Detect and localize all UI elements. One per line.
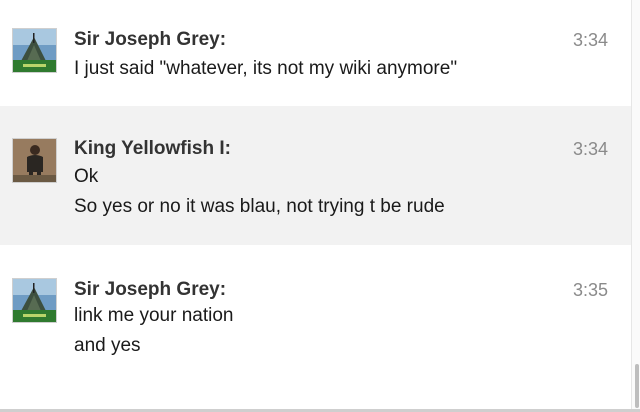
chat-message: Sir Joseph Grey: 3:34 I just said "whate…: [0, 0, 632, 106]
message-body: I just said "whatever, its not my wiki a…: [74, 58, 457, 88]
avatar[interactable]: [12, 278, 57, 323]
castle-flag-avatar-icon: [13, 29, 56, 72]
chat-log: Sir Joseph Grey: 3:34 I just said "whate…: [0, 0, 632, 409]
chat-message: Sir Joseph Grey: 3:35 link me your natio…: [0, 245, 632, 409]
person-photo-avatar-icon: [13, 139, 56, 182]
avatar[interactable]: [12, 138, 57, 183]
message-line: So yes or no it was blau, not trying t b…: [74, 196, 445, 217]
scrollbar[interactable]: [631, 0, 640, 410]
message-author: Sir Joseph Grey:: [74, 29, 227, 50]
castle-flag-avatar-icon: [13, 279, 56, 322]
chat-message: King Yellowfish I: 3:34 Ok So yes or no …: [0, 106, 632, 245]
message-timestamp: 3:34: [572, 30, 608, 50]
message-body: link me your nation and yes: [74, 305, 233, 365]
message-line: link me your nation: [74, 305, 234, 326]
message-line: and yes: [74, 335, 141, 356]
message-timestamp: 3:34: [572, 139, 608, 159]
message-body: Ok So yes or no it was blau, not trying …: [74, 166, 445, 226]
message-line: I just said "whatever, its not my wiki a…: [74, 58, 458, 79]
message-timestamp: 3:35: [572, 280, 608, 300]
message-line: Ok: [74, 166, 99, 187]
avatar[interactable]: [12, 28, 57, 73]
message-author: Sir Joseph Grey:: [74, 279, 227, 300]
scrollbar-thumb[interactable]: [635, 364, 639, 408]
message-author: King Yellowfish I:: [74, 138, 231, 159]
